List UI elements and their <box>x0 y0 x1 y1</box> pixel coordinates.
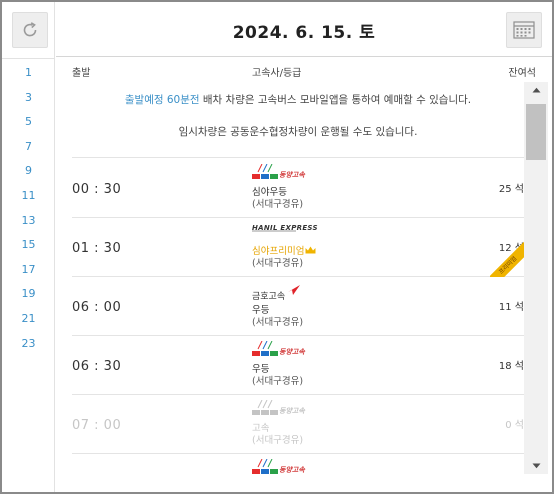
company-logo: 금호고속 <box>252 282 312 302</box>
route-note: (서대구경유) <box>252 317 304 328</box>
schedule-row[interactable]: 06 : 30 동양고속 우등 (서대구경유) 18 석 <box>72 336 524 395</box>
route-note: (서대구경유) <box>252 435 304 446</box>
schedule-row[interactable]: 01 : 30 HANIL EXPRESS 심야프리미엄 (서대구경유) 12 석 프리미… <box>72 218 524 277</box>
scroll-up-button[interactable] <box>524 82 548 98</box>
schedule-row: 07 : 00 동양고속 고속 (서대구경유) 0 석 <box>72 395 524 454</box>
premium-ribbon: 프리미엄 <box>490 241 524 277</box>
hour-link[interactable]: 19 <box>2 282 55 307</box>
caret-up-icon <box>532 87 540 93</box>
hour-link[interactable]: 13 <box>2 209 55 234</box>
company-name: 동양고속 <box>279 466 305 474</box>
notice-highlight: 출발예정 60분전 <box>124 94 200 106</box>
notice-line-1-text: 배차 차량은 고속버스 모바일앱을 통하여 예매할 수 있습니다. <box>199 94 472 106</box>
departure-time: 06 : 00 <box>72 300 122 315</box>
company-column-header: 고속사/등급 <box>252 68 302 79</box>
remaining-seats: 18 석 <box>498 361 524 372</box>
scroll-thumb[interactable] <box>526 104 546 160</box>
refresh-button[interactable] <box>12 12 48 48</box>
hour-link[interactable]: 21 <box>2 307 55 332</box>
hour-link[interactable]: 15 <box>2 233 55 258</box>
company-logo: 동양고속 <box>252 399 322 418</box>
notice-line-1: 출발예정 60분전 배차 차량은 고속버스 모바일앱을 통하여 예매할 수 있습… <box>72 92 524 107</box>
hour-link[interactable]: 11 <box>2 184 55 209</box>
company-logo: 동양고속 <box>252 458 322 474</box>
hour-link[interactable]: 5 <box>2 110 55 135</box>
schedule-row[interactable]: 06 : 00 금호고속 우등 (서대구경유) 11 석 <box>72 277 524 336</box>
schedule-row[interactable]: 00 : 30 동양고속 심야우등 (서대구경유) 25 석 <box>72 159 524 218</box>
bus-timetable-window: 1 3 5 7 9 11 13 15 17 19 21 23 2024. 6. 15. 토 출발 고속… <box>0 0 554 494</box>
company-name: HANIL EXPRESS <box>252 224 318 232</box>
seats-column-header: 잔여석 <box>508 68 536 79</box>
notice-box: 출발예정 60분전 배차 차량은 고속버스 모바일앱을 통하여 예매할 수 있습… <box>72 82 524 158</box>
caret-down-icon <box>532 463 540 469</box>
remaining-seats: 0 석 <box>505 420 524 431</box>
company-logo: 동양고속 <box>252 163 322 182</box>
company-name: 동양고속 <box>279 171 305 179</box>
hour-sidebar: 1 3 5 7 9 11 13 15 17 19 21 23 <box>2 2 55 492</box>
company-name: 동양고속 <box>279 348 305 356</box>
column-headers: 출발 고속사/등급 잔여석 <box>56 58 552 82</box>
departure-time: 06 : 30 <box>72 359 122 374</box>
remaining-seats: 25 석 <box>498 184 524 195</box>
hour-link[interactable]: 7 <box>2 135 55 160</box>
calendar-button[interactable] <box>506 12 542 48</box>
route-note: (서대구경유) <box>252 258 304 269</box>
date-title: 2024. 6. 15. 토 <box>232 23 376 43</box>
hour-link[interactable]: 3 <box>2 86 55 111</box>
hour-link[interactable]: 9 <box>2 159 55 184</box>
date-header: 2024. 6. 15. 토 <box>56 2 552 57</box>
hour-link[interactable]: 23 <box>2 332 55 357</box>
refresh-icon <box>23 22 37 37</box>
scroll-down-button[interactable] <box>524 458 548 474</box>
crown-icon <box>305 246 316 254</box>
company-logo: 동양고속 <box>252 340 322 359</box>
departure-column-header: 출발 <box>72 68 91 79</box>
schedule-list: 출발예정 60분전 배차 차량은 고속버스 모바일앱을 통하여 예매할 수 있습… <box>56 82 524 474</box>
calendar-icon <box>513 21 535 39</box>
company-name: 금호고속 <box>252 292 286 302</box>
departure-time: 01 : 30 <box>72 241 122 256</box>
company-logo: HANIL EXPRESS <box>252 223 318 241</box>
hour-link[interactable]: 17 <box>2 258 55 283</box>
vertical-scrollbar[interactable] <box>524 82 548 474</box>
route-note: (서대구경유) <box>252 376 304 387</box>
company-name: 동양고속 <box>279 407 305 415</box>
hour-list: 1 3 5 7 9 11 13 15 17 19 21 23 <box>2 58 55 356</box>
hour-link[interactable]: 1 <box>2 61 55 86</box>
schedule-row[interactable]: 동양고속 <box>72 454 524 474</box>
premium-ribbon-label: 프리미엄 <box>490 241 524 277</box>
route-note: (서대구경유) <box>252 199 304 210</box>
departure-time: 00 : 30 <box>72 182 122 197</box>
remaining-seats: 11 석 <box>498 302 524 313</box>
notice-line-2: 임시차량은 공동운수협정차량이 운행될 수도 있습니다. <box>178 126 418 138</box>
departure-time: 07 : 00 <box>72 418 122 433</box>
